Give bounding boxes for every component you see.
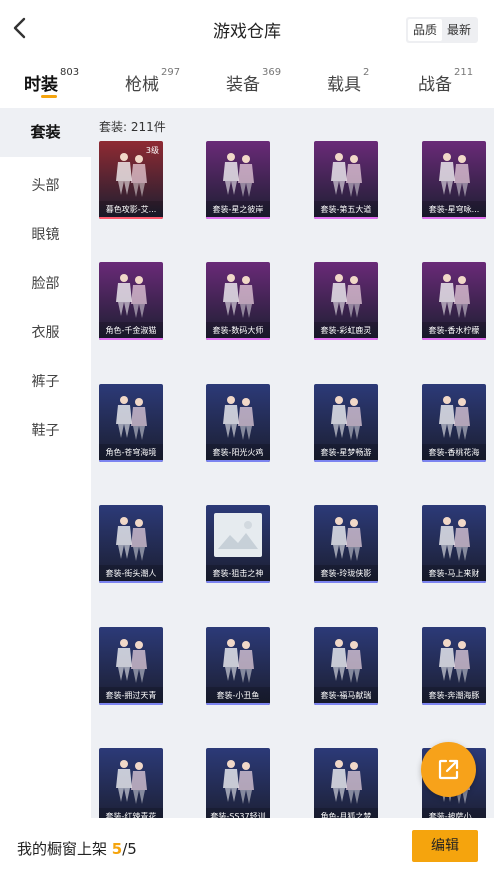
item-card[interactable]: 角色-千金淑猫	[99, 262, 163, 340]
sort-latest[interactable]: 最新	[442, 19, 476, 41]
item-card[interactable]: 套装-星穹咏...	[422, 141, 486, 219]
rarity-stripe	[99, 460, 163, 462]
rarity-stripe	[99, 338, 163, 340]
rarity-stripe	[206, 703, 270, 705]
rarity-stripe	[99, 217, 163, 219]
item-card[interactable]: 套装-SS37轻训	[206, 748, 270, 818]
rarity-stripe	[314, 581, 378, 583]
sidebar-item-face[interactable]: 脸部	[0, 273, 91, 293]
showcase-label: 我的橱窗上架	[17, 840, 108, 858]
bottom-bar: 我的橱窗上架 5/5 编辑	[0, 818, 494, 875]
item-name: 套装-披萨小...	[422, 808, 486, 818]
sidebar-item-shoes[interactable]: 鞋子	[0, 420, 91, 440]
item-card[interactable]: 套装-彩虹鹿灵	[314, 262, 378, 340]
tab-count: 369	[262, 67, 282, 78]
item-name: 角色-月狐之梦	[314, 808, 378, 818]
tab-label: 时装	[24, 75, 58, 95]
share-icon	[438, 759, 459, 780]
item-name: 套装-红辣青花	[99, 808, 163, 818]
tab-label: 装备	[226, 75, 260, 95]
tab-label: 枪械	[125, 75, 159, 95]
item-level-badge: 3级	[145, 146, 159, 155]
tab-label: 载具	[327, 75, 361, 95]
rarity-stripe	[206, 217, 270, 219]
item-card[interactable]: 套装-街头潮人	[99, 505, 163, 583]
item-name: 套装-SS37轻训	[206, 808, 270, 818]
item-card[interactable]: 角色-月狐之梦	[314, 748, 378, 818]
edit-button[interactable]: 编辑	[412, 830, 478, 862]
item-card[interactable]: 角色-苍穹海境	[99, 384, 163, 462]
tab-equipment[interactable]: 装备369	[226, 67, 282, 95]
item-card[interactable]: 套装-奔潮海豚	[422, 627, 486, 705]
rarity-stripe	[206, 581, 270, 583]
rarity-stripe	[422, 703, 486, 705]
tab-count: 211	[454, 67, 474, 78]
rarity-stripe	[422, 460, 486, 462]
item-count: 套装: 211件	[99, 120, 166, 134]
tab-vehicles[interactable]: 载具2	[327, 67, 370, 95]
item-grid-area: 套装: 211件 3级 暮色攻影-艾... 套装-星之彼岸 套装-第五大道 套装-星穹咏…	[91, 108, 494, 818]
warehouse-screen: 游戏仓库 品质 最新 时装803 枪械297 装备369 载具2 战备211 套…	[0, 0, 494, 875]
rarity-stripe	[314, 217, 378, 219]
sidebar-item-outfit[interactable]: 套装	[0, 108, 91, 157]
showcase-current: 5	[111, 840, 123, 858]
item-card[interactable]: 套装-玲珑侠影	[314, 505, 378, 583]
rarity-stripe	[314, 460, 378, 462]
item-card[interactable]: 套装-阳光火鸡	[206, 384, 270, 462]
sidebar: 套装 头部 眼镜 脸部 衣服 裤子 鞋子	[0, 108, 91, 818]
item-card[interactable]: 套装-拥过天青	[99, 627, 163, 705]
rarity-stripe	[422, 217, 486, 219]
item-card[interactable]: 套装-星梦畅游	[314, 384, 378, 462]
item-card[interactable]: 套装-香水柠檬	[422, 262, 486, 340]
rarity-stripe	[206, 338, 270, 340]
sort-toggle[interactable]: 品质 最新	[405, 17, 478, 43]
rarity-stripe	[314, 703, 378, 705]
category-tabs: 时装803 枪械297 装备369 载具2 战备211	[0, 62, 494, 106]
item-card[interactable]: 套装-小丑鱼	[206, 627, 270, 705]
rarity-stripe	[422, 338, 486, 340]
item-card[interactable]: 套装-马上来财	[422, 505, 486, 583]
tab-label: 战备	[418, 75, 452, 95]
item-card[interactable]: 3级 暮色攻影-艾...	[99, 141, 163, 219]
tab-fashion[interactable]: 时装803	[24, 67, 80, 95]
sidebar-item-clothes[interactable]: 衣服	[0, 322, 91, 342]
rarity-stripe	[99, 581, 163, 583]
item-card[interactable]: 套装-星之彼岸	[206, 141, 270, 219]
tab-active-indicator	[41, 95, 57, 98]
tab-count: 2	[363, 67, 370, 78]
rarity-stripe	[99, 703, 163, 705]
sidebar-item-pants[interactable]: 裤子	[0, 371, 91, 391]
rarity-stripe	[206, 460, 270, 462]
rarity-stripe	[314, 338, 378, 340]
item-card[interactable]: 套装-数码大师	[206, 262, 270, 340]
tab-count: 803	[60, 67, 80, 78]
item-card[interactable]: 套装-狙击之神	[206, 505, 270, 583]
item-card[interactable]: 套装-红辣青花	[99, 748, 163, 818]
tab-supplies[interactable]: 战备211	[418, 67, 474, 95]
tab-count: 297	[161, 67, 181, 78]
sidebar-item-glasses[interactable]: 眼镜	[0, 224, 91, 244]
showcase-total: /5	[122, 840, 137, 858]
item-card[interactable]: 套装-福马献瑞	[314, 627, 378, 705]
sidebar-item-head[interactable]: 头部	[0, 175, 91, 195]
sort-quality[interactable]: 品质	[407, 19, 442, 41]
image-placeholder-icon	[214, 513, 262, 557]
header: 游戏仓库 品质 最新	[0, 0, 494, 58]
share-button[interactable]	[421, 742, 476, 797]
item-card[interactable]: 套装-香桃花海	[422, 384, 486, 462]
showcase-status: 我的橱窗上架 5/5	[17, 838, 137, 859]
tab-guns[interactable]: 枪械297	[125, 67, 181, 95]
item-card[interactable]: 套装-第五大道	[314, 141, 378, 219]
rarity-stripe	[422, 581, 486, 583]
